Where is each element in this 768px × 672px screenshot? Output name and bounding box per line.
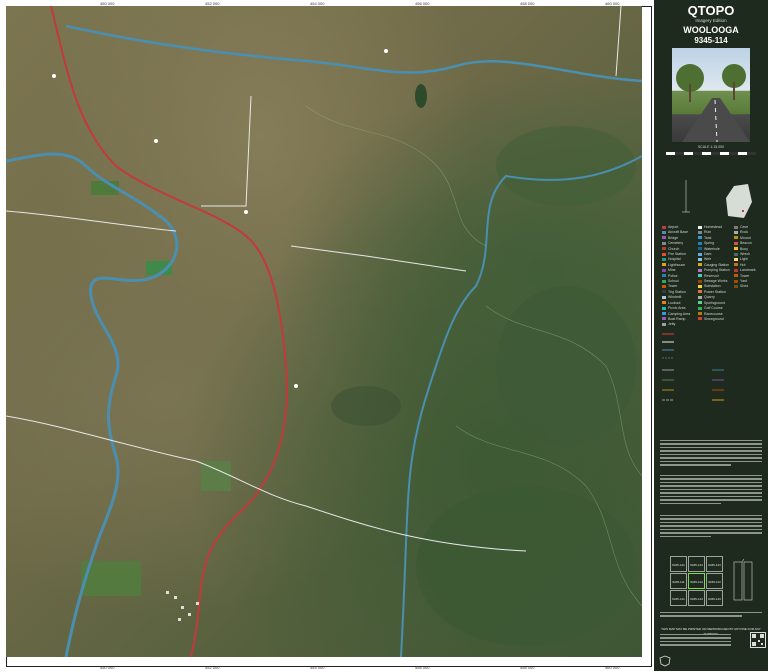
description-text — [660, 440, 762, 468]
legend-left: Airport Aircraft Base Bridge Cemetery Ch… — [662, 225, 690, 328]
edition-label: Imagery Edition — [695, 18, 727, 23]
forest — [496, 286, 636, 446]
scale-bar — [666, 152, 756, 155]
fold-diagram — [733, 558, 753, 601]
copyright-text — [660, 515, 762, 539]
road — [201, 95, 252, 207]
legend-mid: Homestead Ruin Tank Spring Waterhole Dam… — [698, 225, 730, 322]
index-cell: 9345-124 — [688, 556, 705, 572]
grid-tick: 452 000 — [205, 665, 220, 670]
homestead-icon — [294, 384, 298, 388]
map-name: WOOLOOGA — [683, 25, 739, 35]
grid-tick: 456 000 — [415, 1, 430, 6]
grid-tick: 452 000 — [205, 1, 220, 6]
grid-tick: 450 000 — [100, 1, 115, 6]
highway — [50, 6, 288, 657]
index-cell: 9345-143 — [706, 590, 723, 606]
grid-diagram — [682, 180, 752, 218]
line-legend — [662, 333, 724, 401]
map-number: 9345-114 — [694, 36, 728, 45]
road — [290, 245, 467, 272]
index-cell: 9345-113 — [706, 573, 723, 589]
legend-right: Cave Rock Mound Beacon Buoy Wreck Light … — [734, 225, 756, 290]
government-crest-icon — [658, 654, 672, 667]
grid-tick: 458 000 — [520, 665, 535, 670]
river — [65, 24, 642, 83]
forest — [331, 386, 401, 426]
homestead-icon — [52, 74, 56, 78]
road — [615, 6, 622, 77]
homestead-icon — [154, 139, 158, 143]
grid-tick: 454 000 — [310, 1, 325, 6]
homestead-icon — [244, 210, 248, 214]
footer-text — [660, 612, 762, 619]
grid-tick: 458 000 — [520, 1, 535, 6]
qr-code-icon — [750, 632, 766, 648]
forest — [496, 126, 636, 206]
map-sidebar: QTOPO Imagery Edition WOOLOOGA 9345-114 … — [654, 0, 768, 671]
index-cell-current: 9345-114 — [688, 573, 705, 589]
aerial-map[interactable] — [6, 6, 642, 657]
index-cell: 9345-121 — [670, 556, 687, 572]
dam — [415, 84, 427, 108]
grid-tick: 460 000 — [605, 1, 620, 6]
town — [166, 591, 199, 621]
index-cell: 9345-111 — [670, 573, 687, 589]
grid-tick: 450 000 — [100, 665, 115, 670]
notes-text — [660, 475, 762, 506]
index-cell: 9345-141 — [670, 590, 687, 606]
homestead-icon — [384, 49, 388, 53]
grid-tick: 460 000 — [605, 665, 620, 670]
adjoining-maps-index: 9345-121 9345-124 9345-123 9345-111 9345… — [670, 556, 724, 608]
map-overlay — [6, 6, 642, 657]
disclaimer-text — [660, 634, 762, 648]
scale-label: SCALE 1:15,000 — [697, 145, 725, 149]
grid-tick: 456 000 — [415, 665, 430, 670]
index-cell: 9345-123 — [706, 556, 723, 572]
road — [6, 210, 177, 232]
grid-tick: 454 000 — [310, 665, 325, 670]
index-cell: 9345-144 — [688, 590, 705, 606]
road-photo — [672, 48, 750, 142]
brand-title: QTOPO — [687, 3, 735, 18]
field — [201, 461, 231, 491]
contour — [305, 105, 487, 247]
forest — [416, 486, 636, 646]
